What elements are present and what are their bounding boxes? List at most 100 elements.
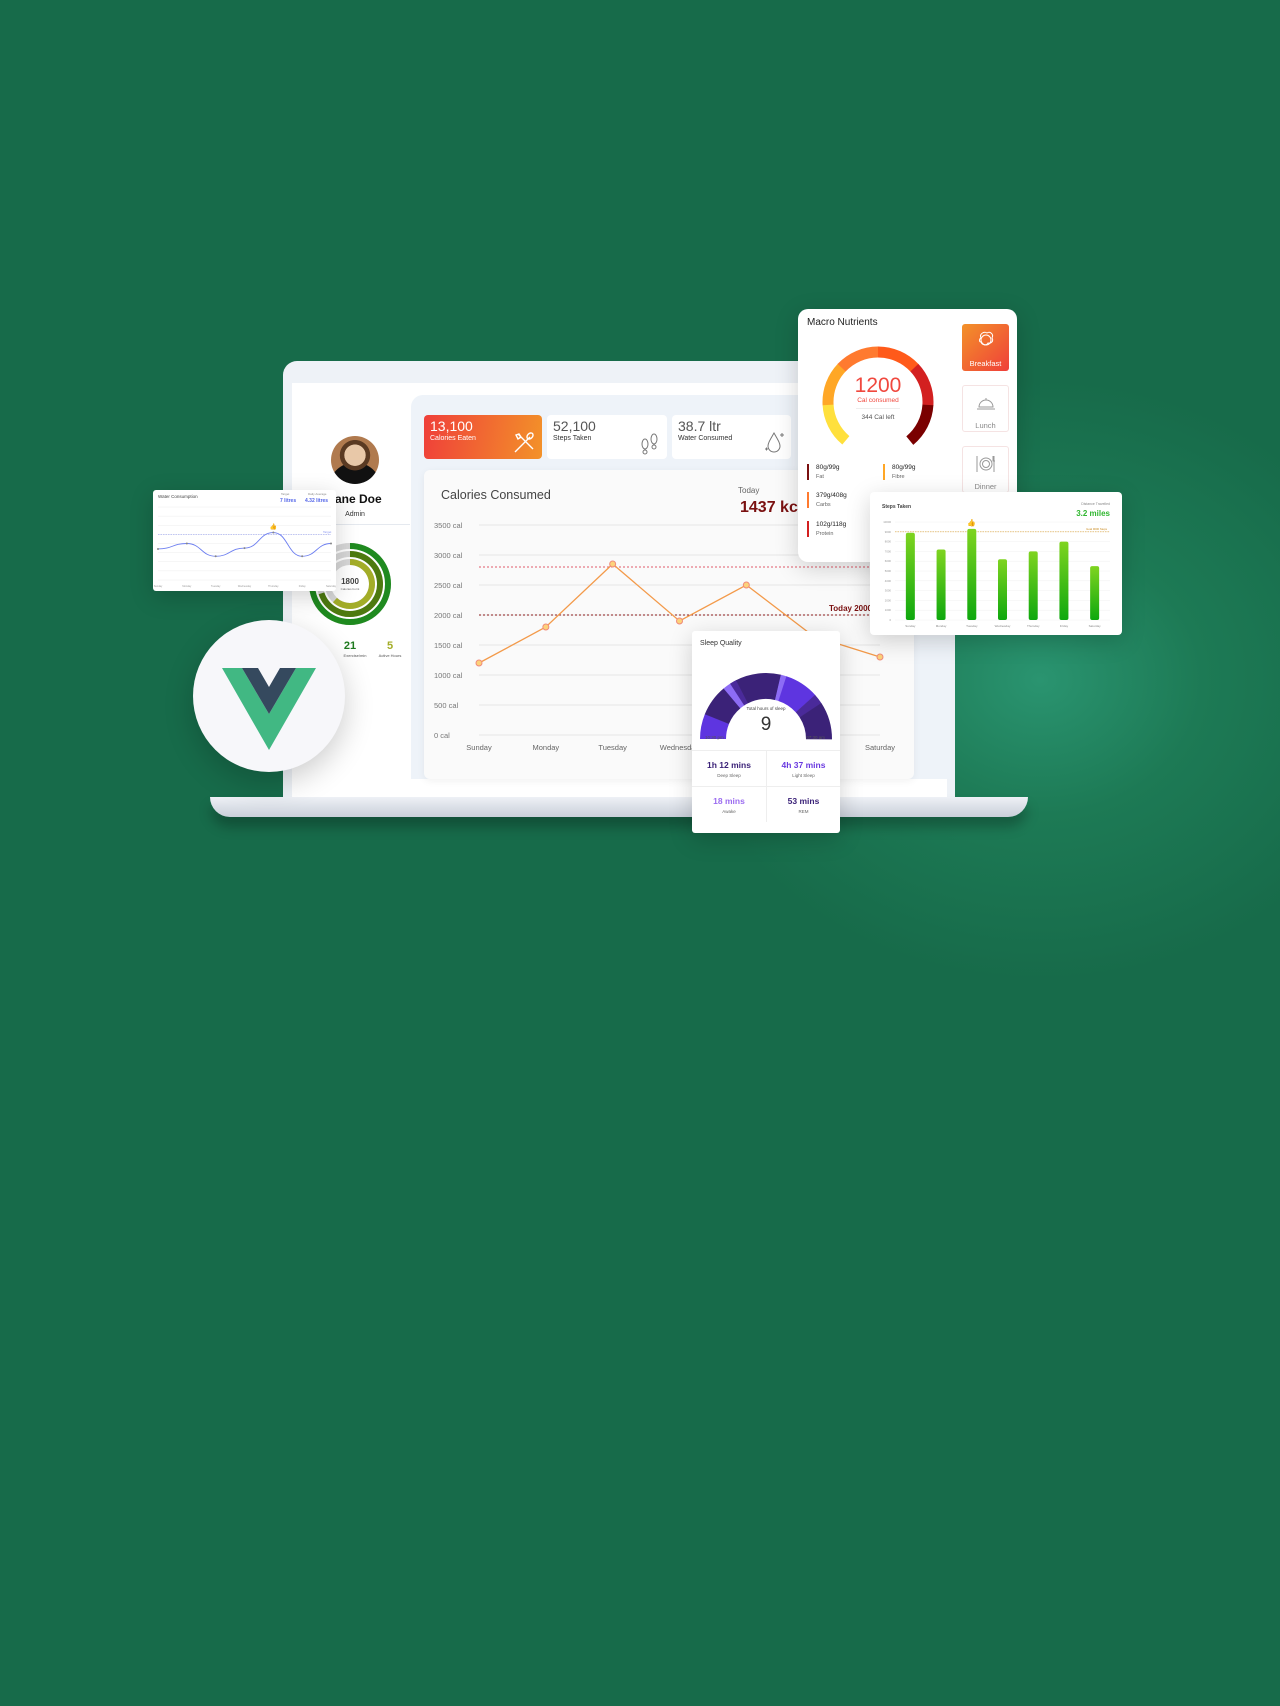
data-point: [542, 623, 550, 631]
data-point: [185, 542, 188, 545]
x-tick-label: Sunday: [466, 743, 492, 752]
y-tick-label: 4000: [885, 579, 892, 583]
macro-item-label: Fibre: [892, 474, 905, 480]
y-tick-label: 9000: [885, 530, 892, 534]
y-tick-label: 0: [889, 618, 891, 622]
sleep-stat-value: 53 mins: [787, 796, 820, 806]
data-point: [157, 547, 159, 550]
fried-egg-icon: [978, 331, 993, 346]
data-point: [475, 659, 483, 667]
y-tick-label: 3000 cal: [434, 551, 463, 560]
macro-item-label: Protein: [816, 531, 834, 537]
meal-label: Breakfast: [969, 359, 1002, 368]
vue-logo-badge: [193, 620, 345, 772]
sleep-end: 07:30 am: [806, 735, 825, 740]
y-tick-label: 2000: [885, 598, 892, 602]
macro-value: 1200: [854, 374, 902, 397]
sleep-stat-awake: 18 mins Awake: [692, 786, 766, 822]
x-tick-label: Saturday: [326, 585, 336, 588]
stat-value: 52,100: [553, 418, 596, 434]
macro-item-fibre: 80g/99g Fibre: [883, 464, 916, 480]
sleep-stat-label: Light Sleep: [792, 773, 815, 778]
stat-calories-eaten[interactable]: 13,100 Calories Eaten: [424, 415, 542, 459]
x-tick-label: Tuesday: [598, 743, 627, 752]
bar-saturday: [1090, 566, 1100, 620]
macro-title: Macro Nutrients: [807, 317, 878, 328]
sleep-stat-value: 4h 37 mins: [781, 760, 826, 770]
x-tick-label: Monday: [182, 585, 192, 588]
water-drop-icon: [765, 431, 784, 453]
y-tick-label: 1500 cal: [434, 641, 463, 650]
footprints-icon: [641, 433, 658, 455]
steps-bar-chart: 0 1000 2000 3000 4000 5000 6000 7000 8000 9000 100…: [883, 518, 1110, 628]
y-tick-label: 7000: [885, 549, 892, 553]
data-point: [876, 653, 884, 661]
y-tick-label: 5000: [885, 569, 892, 573]
bar-thursday: [1028, 551, 1038, 620]
gauge-segment: [906, 404, 934, 445]
y-tick-label: 3500 cal: [434, 521, 463, 530]
water-consumption-card: Water Consumption Target 7 litres Daily …: [153, 490, 336, 591]
active-hours-value: 5: [386, 640, 394, 652]
stat-steps-taken[interactable]: 52,100 Steps Taken: [547, 415, 667, 459]
x-tick-label: Sunday: [154, 585, 163, 588]
sleep-stat-label: Awake: [722, 809, 736, 814]
sleep-start: 10:30 pm: [705, 735, 724, 740]
sleep-stat-value: 18 mins: [713, 796, 745, 806]
data-point: [330, 542, 332, 545]
x-tick-label: Friday: [1060, 624, 1069, 628]
y-tick-label: 8000: [885, 540, 892, 544]
data-point: [214, 555, 217, 558]
y-tick-label: 6000: [885, 559, 892, 563]
x-tick-label: Saturday: [1089, 624, 1102, 628]
sleep-segment: [777, 676, 816, 713]
meal-label: Lunch: [975, 421, 996, 430]
meal-breakfast-button[interactable]: Breakfast: [962, 324, 1009, 371]
gauge-segment: [877, 346, 919, 372]
gauge-segment: [837, 346, 879, 372]
macro-left: 344 Cal left: [861, 414, 895, 421]
plate-cutlery-icon: [976, 456, 995, 472]
sleep-stat-rem: 53 mins REM: [766, 786, 840, 822]
x-tick-label: Thursday: [1027, 624, 1040, 628]
sleep-segment: [730, 680, 749, 706]
sleep-segment: [736, 673, 782, 704]
y-tick-label: 3000: [885, 589, 892, 593]
thumbs-up-icon: 👍: [270, 523, 277, 531]
y-tick-label: 500 cal: [434, 701, 459, 710]
fork-spoon-icon: [514, 432, 534, 453]
bar-wednesday: [998, 559, 1007, 620]
meal-lunch-button[interactable]: Lunch: [962, 385, 1009, 432]
sleep-segment: [774, 674, 787, 702]
sleep-segment: [723, 683, 745, 709]
data-point: [301, 555, 304, 558]
data-point: [243, 547, 246, 550]
x-tick-label: Tuesday: [966, 624, 978, 628]
y-tick-label: 1000 cal: [434, 671, 463, 680]
y-tick-label: 2500 cal: [434, 581, 463, 590]
macro-item-value: 102g/118g: [816, 521, 847, 528]
y-tick-label: 2000 cal: [434, 611, 463, 620]
avatar[interactable]: [331, 436, 379, 484]
x-tick-label: Monday: [936, 624, 947, 628]
gauge-segment: [822, 403, 850, 445]
macro-item-carbs: 379g/408g Carbs: [807, 492, 847, 508]
macro-item-value: 80g/99g: [816, 464, 840, 471]
active-hours-label: Active Hours: [378, 653, 402, 658]
y-tick-label: 0 cal: [434, 731, 450, 740]
y-tick-label: 10000: [883, 520, 891, 524]
x-tick-label: Friday: [299, 585, 307, 588]
data-point: [742, 581, 750, 589]
data-point: [609, 560, 617, 568]
meal-dinner-button[interactable]: Dinner: [962, 446, 1009, 493]
sleep-stat-label: REM: [798, 809, 809, 814]
stat-water-consumed[interactable]: 38.7 ltr Water Consumed: [672, 415, 791, 459]
sleep-quality-card: Sleep Quality Total hours of sleep 9 10:…: [692, 631, 840, 833]
x-tick-label: Tuesday: [211, 585, 221, 588]
sleep-center-value: 9: [760, 714, 772, 735]
sleep-stat-value: 1h 12 mins: [707, 760, 751, 770]
laptop-base: [210, 797, 1028, 817]
macro-item-label: Fat: [816, 474, 824, 480]
macro-item-value: 80g/99g: [892, 464, 916, 471]
sleep-stat-deep-sleep: 1h 12 mins Deep Sleep: [692, 750, 766, 786]
